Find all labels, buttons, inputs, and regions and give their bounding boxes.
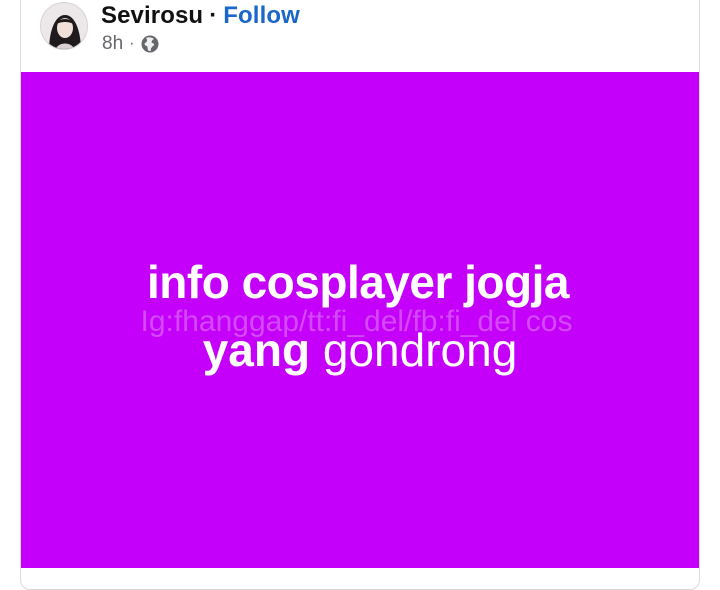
image-text-bold-word: yang [202,324,311,376]
meta-separator: · [129,35,135,52]
follow-button[interactable]: Follow [223,2,300,30]
post-meta: 8h · [102,32,160,56]
post-timestamp[interactable]: 8h [102,33,123,55]
post-image[interactable]: info cosplayer jogja Ig:fhanggap/tt:fi_d… [21,72,699,568]
author-line: Sevirosu · Follow [101,0,300,32]
image-text-normal-word: gondrong [322,324,518,376]
image-text-line-2: yang gondrong [21,323,699,377]
image-text-line-1: info cosplayer jogja [147,256,570,308]
author-avatar[interactable] [40,2,88,50]
globe-icon [140,34,160,54]
separator-dot: · [209,2,218,29]
post-header: Sevirosu · Follow 8h · [0,0,720,72]
author-name[interactable]: Sevirosu [101,2,203,30]
avatar-image [41,3,87,49]
